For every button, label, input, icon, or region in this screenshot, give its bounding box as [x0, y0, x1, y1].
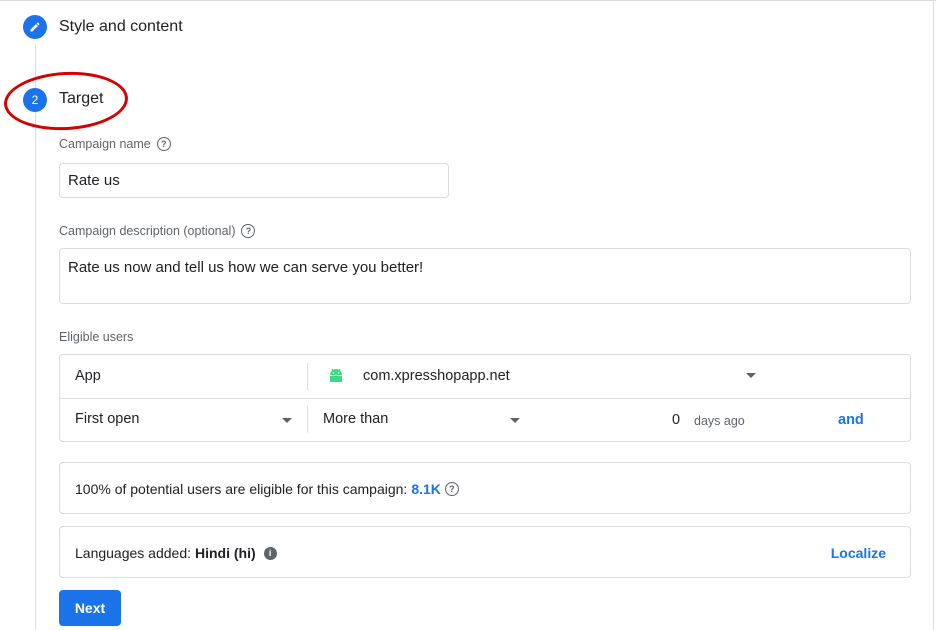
eligibility-row-app: App com.xpresshopapp.net [60, 355, 910, 399]
localize-button[interactable]: Localize [831, 545, 886, 561]
eligible-users-table: App com.xpresshopapp.net First open More… [59, 354, 911, 442]
campaign-description-label: Campaign description (optional) ? [59, 224, 256, 238]
eligibility-row-first-open: First open More than 0 days ago and [60, 398, 910, 441]
info-icon[interactable]: i [263, 546, 277, 560]
pencil-icon[interactable] [23, 15, 47, 39]
languages-card: Languages added: Hindi (hi) i Localize [59, 526, 911, 578]
help-icon[interactable]: ? [156, 137, 171, 151]
pencil-icon-glyph [30, 22, 40, 32]
frame-right-border [933, 0, 934, 630]
campaign-description-input[interactable]: Rate us now and tell us how we can serve… [59, 248, 911, 304]
attribute-app-label: App [75, 368, 101, 384]
next-button[interactable]: Next [59, 590, 121, 626]
languages-text: Languages added: Hindi (hi) i [75, 545, 277, 561]
potential-users-card: 100% of potential users are eligible for… [59, 462, 911, 514]
campaign-name-label-text: Campaign name [59, 137, 151, 151]
days-input[interactable]: 0 [672, 412, 680, 428]
stepper-line [35, 44, 36, 630]
frame-top-border [0, 0, 936, 1]
potential-users-text: 100% of potential users are eligible for… [75, 481, 459, 497]
cell-divider [307, 406, 308, 433]
step-number-badge: 2 [23, 88, 47, 112]
and-button[interactable]: and [838, 412, 864, 428]
eligible-users-label: Eligible users [59, 330, 134, 344]
languages-value: Hindi (hi) [195, 545, 256, 561]
chevron-down-icon[interactable] [282, 418, 292, 423]
help-icon[interactable]: ? [241, 224, 256, 238]
help-icon[interactable]: ? [444, 482, 459, 496]
campaign-description-label-text: Campaign description (optional) [59, 224, 236, 238]
languages-label: Languages added: [75, 545, 191, 561]
chevron-down-icon[interactable] [510, 418, 520, 423]
potential-users-label: 100% of potential users are eligible for… [75, 481, 408, 497]
campaign-name-input[interactable]: Rate us [59, 163, 449, 198]
step-target[interactable]: Target [59, 90, 103, 108]
days-ago-label: days ago [694, 414, 745, 428]
campaign-name-label: Campaign name ? [59, 137, 171, 151]
app-select[interactable]: com.xpresshopapp.net [363, 368, 510, 384]
cell-divider [307, 363, 308, 390]
step-style-and-content[interactable]: Style and content [59, 18, 183, 36]
android-icon [330, 368, 342, 382]
comparator-select[interactable]: More than [323, 411, 388, 427]
event-select[interactable]: First open [75, 411, 139, 427]
chevron-down-icon[interactable] [746, 373, 756, 378]
potential-users-value: 8.1K [411, 481, 441, 497]
